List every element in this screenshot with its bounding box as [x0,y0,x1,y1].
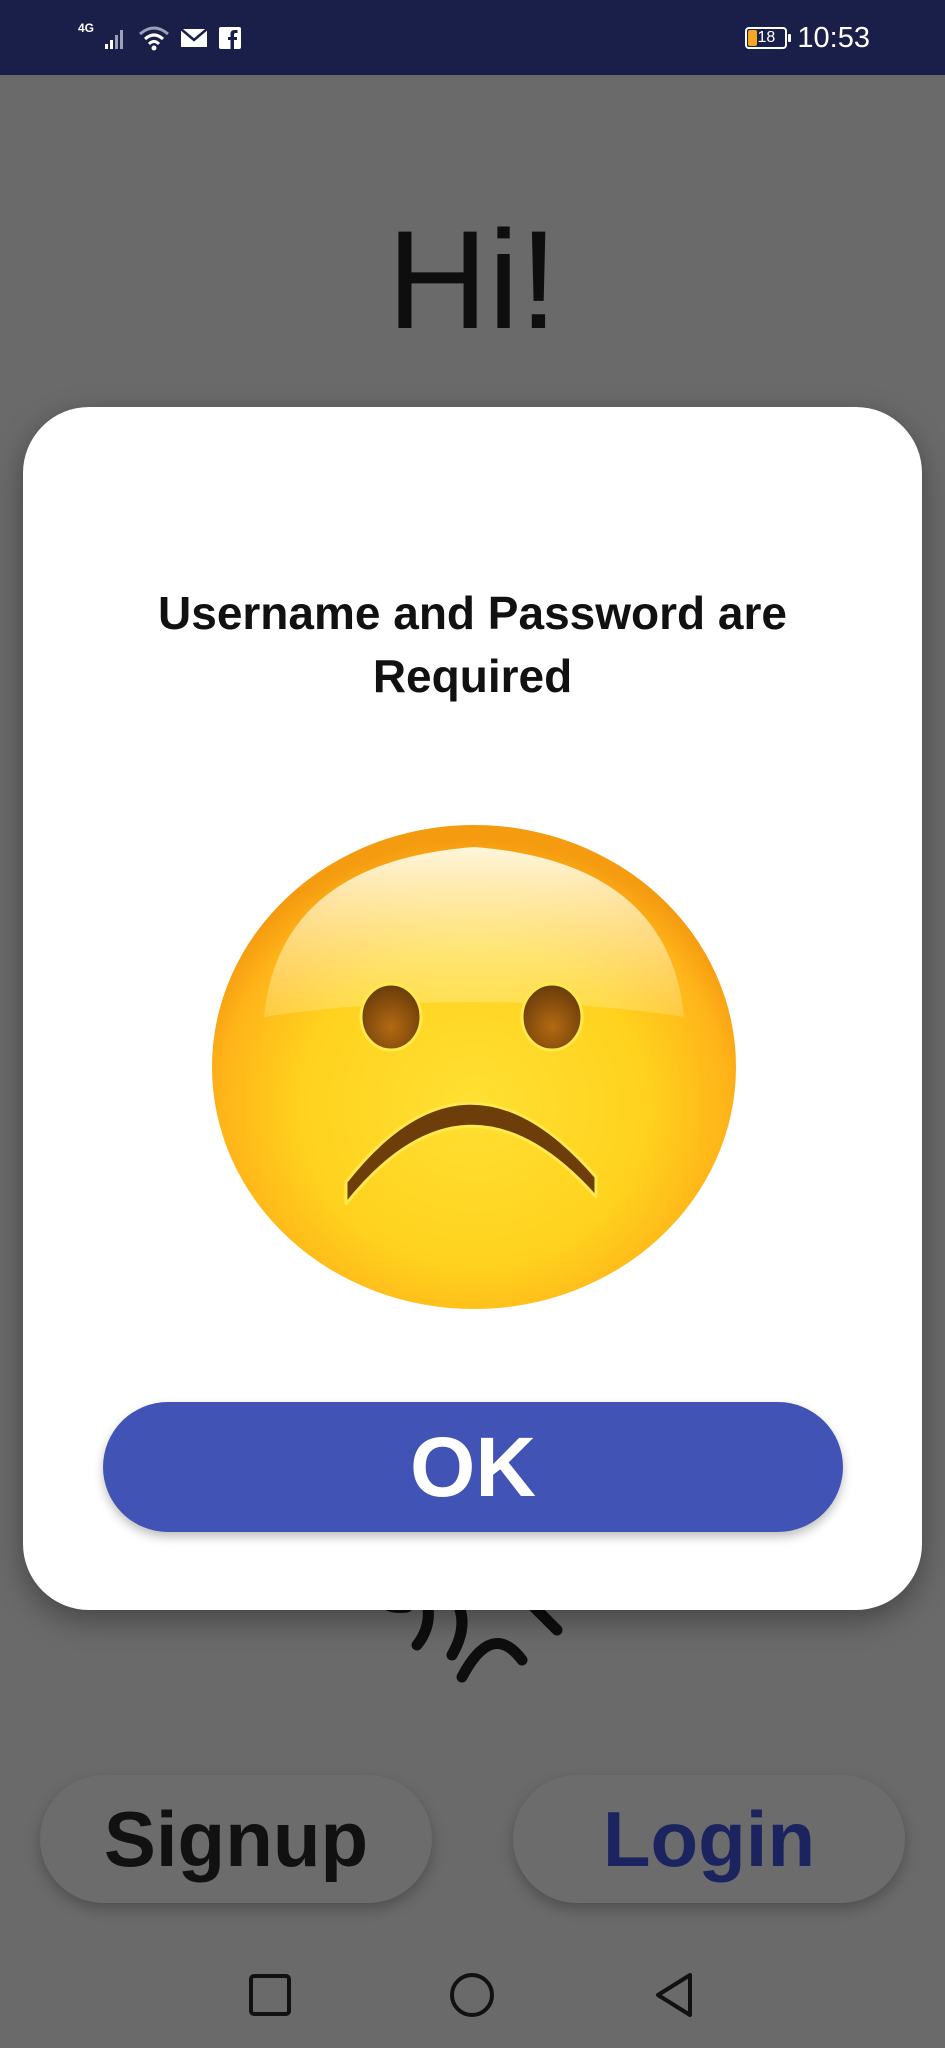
signal-icon [105,30,124,49]
signup-button[interactable]: Signup [40,1775,432,1903]
greeting-title: Hi! [386,201,559,358]
status-left: 4G [78,18,242,58]
mail-icon [180,28,208,47]
status-time: 10:53 [797,21,870,54]
battery-level: 18 [757,29,776,46]
back-icon[interactable] [648,1968,702,2022]
status-bar: 4G 18 10:53 [0,0,945,75]
ok-button[interactable]: OK [103,1402,843,1532]
network-type: 4G [78,21,95,35]
battery-icon: 18 [745,27,792,49]
wifi-icon [139,26,169,51]
battery-fill [748,30,758,46]
error-dialog: Username and Password are Required OK [23,407,922,1610]
login-button[interactable]: Login [513,1775,905,1903]
home-icon[interactable] [445,1968,499,2022]
sad-face-icon [212,825,736,1309]
recent-apps-icon[interactable] [243,1968,297,2022]
navigation-bar [0,1940,945,2048]
status-right: 18 10:53 [745,18,870,58]
dialog-message: Username and Password are Required [158,587,787,703]
facebook-icon [219,27,242,49]
